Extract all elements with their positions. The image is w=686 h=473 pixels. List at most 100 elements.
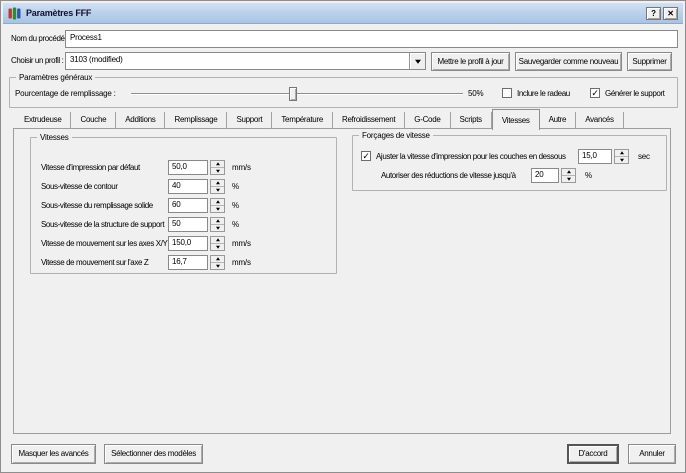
speed-input[interactable]: 50	[168, 217, 208, 232]
adjust-speed-spinbox[interactable]: 15,0	[578, 149, 629, 164]
tab-additions[interactable]: Additions	[116, 112, 165, 129]
include-raft-label: Inclure le radeau	[517, 89, 570, 98]
select-models-button[interactable]: Sélectionner des modèles	[104, 444, 203, 464]
allow-reduction-input[interactable]: 20	[531, 168, 559, 183]
speed-input[interactable]: 50,0	[168, 160, 208, 175]
speed-row: Vitesse de mouvement sur les axes X/Y150…	[41, 234, 332, 253]
spin-up-icon[interactable]	[211, 199, 224, 206]
speed-unit: %	[232, 220, 239, 229]
spin-down-icon[interactable]	[211, 187, 224, 193]
speed-row: Vitesse de mouvement sur l'axe Z16,7 mm/s	[41, 253, 332, 272]
infill-slider-thumb[interactable]	[289, 87, 297, 101]
hide-advanced-button[interactable]: Masquer les avancés	[11, 444, 96, 464]
window-title: Paramètres FFF	[26, 8, 91, 18]
speed-row-label: Vitesse de mouvement sur les axes X/Y	[41, 239, 168, 248]
adjust-speed-checkbox[interactable]: ✓	[361, 151, 371, 161]
include-raft-checkbox[interactable]	[502, 88, 512, 98]
speed-row-label: Sous-vitesse de la structure de support	[41, 220, 168, 229]
speed-unit: mm/s	[232, 258, 251, 267]
spinner-buttons[interactable]	[210, 236, 225, 251]
cancel-button[interactable]: Annuler	[628, 444, 676, 464]
adjust-speed-label: Ajuster la vitesse d'impression pour les…	[376, 152, 566, 161]
allow-reduction-spinbox[interactable]: 20	[531, 168, 576, 183]
update-profile-button[interactable]: Mettre le profil à jour	[431, 52, 510, 71]
speed-input[interactable]: 16,7	[168, 255, 208, 270]
speed-row: Sous-vitesse de contour40%	[41, 177, 332, 196]
spin-down-icon[interactable]	[211, 244, 224, 250]
general-group-title: Paramètres généraux	[16, 73, 95, 82]
tab-remplissage[interactable]: Remplissage	[165, 112, 227, 129]
tab-temp-rature[interactable]: Température	[272, 112, 333, 129]
tab-content-panel: Vitesses Vitesse d'impression par défaut…	[13, 128, 671, 434]
title-bar[interactable]: Paramètres FFF ? ✕	[3, 3, 683, 24]
tab-couche[interactable]: Couche	[71, 112, 116, 129]
speed-input[interactable]: 40	[168, 179, 208, 194]
speed-row: Sous-vitesse du remplissage solide60%	[41, 196, 332, 215]
adjust-speed-input[interactable]: 15,0	[578, 149, 612, 164]
spin-down-icon[interactable]	[562, 176, 575, 182]
close-icon[interactable]: ✕	[663, 7, 678, 20]
spin-up-icon[interactable]	[562, 169, 575, 176]
speed-row: Vitesse d'impression par défaut50,0 mm/s	[41, 158, 332, 177]
tab-refroidissement[interactable]: Refroidissement	[333, 112, 405, 129]
allow-reduction-label: Autoriser des réductions de vitesse jusq…	[381, 171, 516, 180]
spinner-buttons[interactable]	[210, 217, 225, 232]
speed-spinbox[interactable]: 50,0	[168, 160, 225, 175]
spin-down-icon[interactable]	[211, 225, 224, 231]
speed-spinbox[interactable]: 60	[168, 198, 225, 213]
profile-label: Choisir un profil :	[11, 56, 63, 65]
delete-button[interactable]: Supprimer	[627, 52, 672, 71]
spin-up-icon[interactable]	[211, 218, 224, 225]
overrides-group-title: Forçages de vitesse	[359, 131, 433, 140]
speed-input[interactable]: 150,0	[168, 236, 208, 251]
tab-g-code[interactable]: G-Code	[405, 112, 450, 129]
spin-up-icon[interactable]	[211, 256, 224, 263]
allow-reduction-unit: %	[585, 171, 592, 180]
spin-down-icon[interactable]	[211, 168, 224, 174]
speed-row-label: Sous-vitesse de contour	[41, 182, 168, 191]
spinner-buttons[interactable]	[614, 149, 629, 164]
spin-down-icon[interactable]	[211, 263, 224, 269]
speed-row: Sous-vitesse de la structure de support5…	[41, 215, 332, 234]
tab-support[interactable]: Support	[227, 112, 272, 129]
app-icon	[8, 7, 21, 20]
help-button[interactable]: ?	[646, 7, 661, 20]
profile-combobox[interactable]: 3103 (modified)	[65, 52, 426, 70]
speed-spinbox[interactable]: 150,0	[168, 236, 225, 251]
speed-spinbox[interactable]: 16,7	[168, 255, 225, 270]
process-name-input[interactable]: Process1	[65, 30, 678, 48]
generate-support-label: Générer le support	[605, 89, 665, 98]
chevron-down-icon[interactable]	[409, 53, 425, 69]
tab-autre[interactable]: Autre	[540, 112, 577, 129]
spin-up-icon[interactable]	[211, 237, 224, 244]
spin-up-icon[interactable]	[615, 150, 628, 157]
spin-down-icon[interactable]	[211, 206, 224, 212]
spinner-buttons[interactable]	[210, 255, 225, 270]
infill-value: 50%	[468, 89, 483, 98]
speed-input[interactable]: 60	[168, 198, 208, 213]
spin-up-icon[interactable]	[211, 180, 224, 187]
speed-row-label: Vitesse de mouvement sur l'axe Z	[41, 258, 168, 267]
tab-avanc-s[interactable]: Avancés	[576, 112, 623, 129]
ok-button[interactable]: D'accord	[567, 444, 619, 464]
tab-vitesses[interactable]: Vitesses	[492, 109, 540, 130]
spinner-buttons[interactable]	[210, 198, 225, 213]
speed-unit: mm/s	[232, 163, 251, 172]
tab-extrudeuse[interactable]: Extrudeuse	[15, 112, 71, 129]
speed-spinbox[interactable]: 50	[168, 217, 225, 232]
spinner-buttons[interactable]	[210, 160, 225, 175]
speed-spinbox[interactable]: 40	[168, 179, 225, 194]
spin-down-icon[interactable]	[615, 157, 628, 163]
spin-up-icon[interactable]	[211, 161, 224, 168]
spinner-buttons[interactable]	[210, 179, 225, 194]
spinner-buttons[interactable]	[561, 168, 576, 183]
infill-slider[interactable]	[131, 87, 463, 101]
adjust-speed-unit: sec	[638, 152, 650, 161]
fff-settings-dialog: Paramètres FFF ? ✕ Nom du procédé : Proc…	[0, 0, 686, 473]
process-name-label: Nom du procédé :	[11, 34, 68, 43]
tab-bar: ExtrudeuseCoucheAdditionsRemplissageSupp…	[15, 112, 624, 129]
tab-scripts[interactable]: Scripts	[451, 112, 492, 129]
generate-support-checkbox[interactable]: ✓	[590, 88, 600, 98]
speed-row-label: Vitesse d'impression par défaut	[41, 163, 168, 172]
save-as-new-button[interactable]: Sauvegarder comme nouveau	[515, 52, 622, 71]
